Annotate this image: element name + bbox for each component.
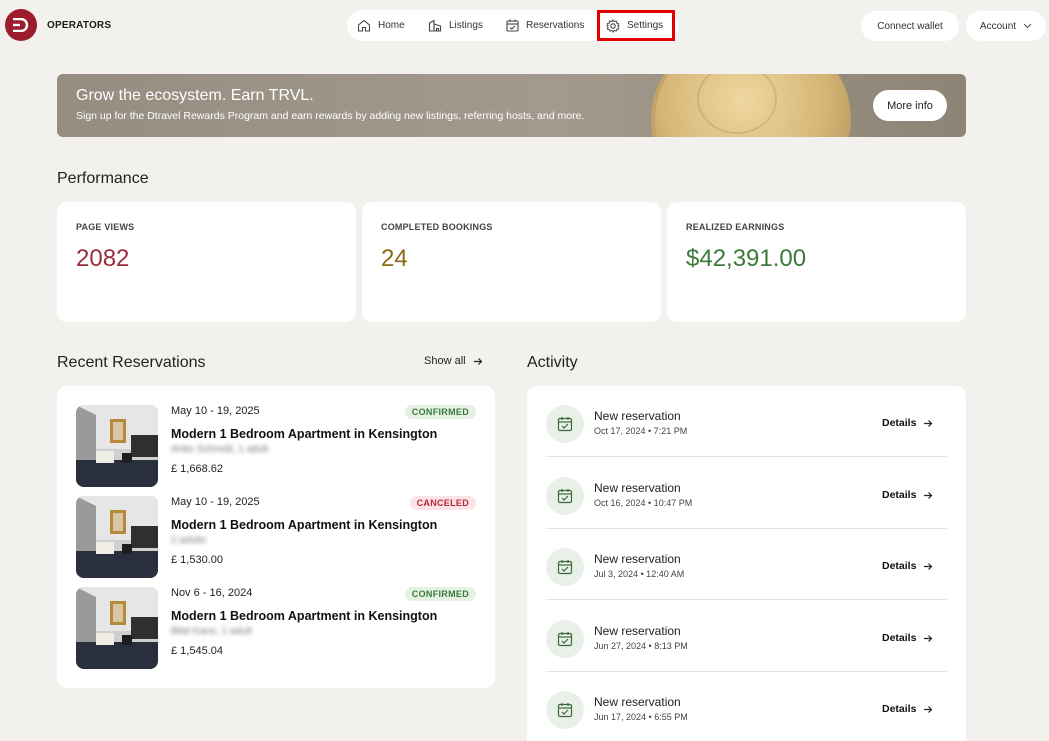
details-label: Details [882, 703, 917, 715]
reservation-dates: May 10 - 19, 2025 [171, 405, 260, 417]
activity-timestamp: Oct 16, 2024 • 10:47 PM [594, 498, 693, 508]
listing-name: Modern 1 Bedroom Apartment in Kensington [171, 609, 438, 623]
arrow-right-icon [924, 491, 933, 499]
stat-card-page-views: PAGE VIEWS 2082 [57, 202, 356, 322]
details-label: Details [882, 417, 917, 429]
recent-reservations-card: May 10 - 19, 2025 CONFIRMED Modern 1 Bed… [57, 386, 495, 688]
reservation-item[interactable]: May 10 - 19, 2025 CANCELED Modern 1 Bedr… [76, 496, 476, 578]
gear-icon [606, 18, 620, 33]
reservation-dates: Nov 6 - 16, 2024 [171, 587, 253, 599]
stat-value: 2082 [76, 245, 130, 272]
arrow-right-icon [924, 419, 933, 427]
main-nav: Home Listings Reservations Settings [347, 10, 678, 41]
activity-title: New reservation [594, 552, 681, 566]
activity-title: New reservation [594, 695, 681, 709]
calendar-check-icon [546, 620, 584, 658]
reservation-price: £ 1,668.62 [171, 463, 223, 475]
activity-timestamp: Jul 3, 2024 • 12:40 AM [594, 569, 685, 579]
status-badge: CONFIRMED [404, 405, 476, 419]
stat-label: REALIZED EARNINGS [686, 222, 785, 232]
guest-info: Bilal Kane, 1 adult [171, 626, 252, 637]
reservation-item[interactable]: Nov 6 - 16, 2024 CONFIRMED Modern 1 Bedr… [76, 587, 476, 669]
details-link[interactable]: Details [882, 703, 933, 715]
details-label: Details [882, 489, 917, 501]
more-info-button[interactable]: More info [873, 90, 947, 121]
reservation-dates: May 10 - 19, 2025 [171, 496, 260, 508]
details-link[interactable]: Details [882, 632, 933, 644]
nav-reservations-label: Reservations [526, 20, 585, 31]
nav-home-label: Home [378, 20, 405, 31]
activity-title: New reservation [594, 624, 681, 638]
listing-thumbnail [76, 405, 158, 487]
calendar-check-icon [546, 548, 584, 586]
listings-icon [428, 19, 442, 32]
details-link[interactable]: Details [882, 417, 933, 429]
show-all-link[interactable]: Show all [424, 355, 483, 367]
activity-title: Activity [527, 354, 578, 371]
details-label: Details [882, 632, 917, 644]
activity-item: New reservation Jun 27, 2024 • 8:13 PM D… [546, 601, 947, 672]
calendar-check-icon [546, 691, 584, 729]
activity-card: New reservation Oct 17, 2024 • 7:21 PM D… [527, 386, 966, 741]
details-link[interactable]: Details [882, 489, 933, 501]
stat-label: PAGE VIEWS [76, 222, 135, 232]
stat-value: $42,391.00 [686, 245, 807, 272]
status-badge: CONFIRMED [404, 587, 476, 601]
banner-title: Grow the ecosystem. Earn TRVL. [76, 87, 314, 104]
details-label: Details [882, 560, 917, 572]
arrow-right-icon [924, 634, 933, 642]
logo-icon [5, 9, 37, 41]
stat-value: 24 [381, 245, 408, 272]
calendar-check-icon [546, 477, 584, 515]
nav-listings[interactable]: Listings [428, 10, 483, 41]
connect-wallet-label: Connect wallet [877, 20, 943, 32]
activity-title: New reservation [594, 409, 681, 423]
activity-item: New reservation Oct 16, 2024 • 10:47 PM … [546, 458, 947, 529]
brand-name: OPERATORS [47, 19, 112, 31]
nav-settings-label: Settings [627, 20, 664, 31]
nav-listings-label: Listings [449, 20, 483, 31]
stat-label: COMPLETED BOOKINGS [381, 222, 493, 232]
recent-reservations-title: Recent Reservations [57, 354, 206, 371]
arrow-right-icon [924, 562, 933, 570]
nav-reservations[interactable]: Reservations [506, 10, 584, 41]
guest-info: 2 adults [171, 535, 207, 546]
home-icon [357, 19, 371, 32]
rewards-banner: Grow the ecosystem. Earn TRVL. Sign up f… [57, 74, 966, 137]
connect-wallet-button[interactable]: Connect wallet [861, 11, 959, 41]
listing-name: Modern 1 Bedroom Apartment in Kensington [171, 518, 438, 532]
brand-logo[interactable]: OPERATORS [5, 9, 111, 41]
stat-card-completed-bookings: COMPLETED BOOKINGS 24 [362, 202, 661, 322]
activity-timestamp: Jun 27, 2024 • 8:13 PM [594, 641, 688, 651]
calendar-check-icon [546, 405, 584, 443]
performance-title: Performance [57, 170, 149, 187]
nav-settings[interactable]: Settings [597, 10, 676, 41]
arrow-right-icon [924, 705, 933, 713]
show-all-label: Show all [424, 355, 466, 367]
guest-info: Anke Schmidt, 1 adult [171, 444, 269, 455]
activity-timestamp: Jun 17, 2024 • 6:55 PM [594, 712, 688, 722]
activity-timestamp: Oct 17, 2024 • 7:21 PM [594, 426, 688, 436]
listing-thumbnail [76, 587, 158, 669]
chevron-down-icon [1023, 23, 1032, 29]
calendar-icon [506, 19, 519, 32]
banner-subtitle: Sign up for the Dtravel Rewards Program … [76, 110, 585, 122]
stat-card-realized-earnings: REALIZED EARNINGS $42,391.00 [667, 202, 966, 322]
activity-item: New reservation Jun 17, 2024 • 6:55 PM D… [546, 672, 947, 741]
reservation-price: £ 1,530.00 [171, 554, 223, 566]
status-badge: CANCELED [409, 496, 476, 510]
activity-item: New reservation Oct 17, 2024 • 7:21 PM D… [546, 386, 947, 457]
reservation-price: £ 1,545.04 [171, 645, 223, 657]
details-link[interactable]: Details [882, 560, 933, 572]
listing-name: Modern 1 Bedroom Apartment in Kensington [171, 427, 438, 441]
reservation-item[interactable]: May 10 - 19, 2025 CONFIRMED Modern 1 Bed… [76, 405, 476, 487]
activity-title: New reservation [594, 481, 681, 495]
nav-home[interactable]: Home [357, 10, 405, 41]
activity-item: New reservation Jul 3, 2024 • 12:40 AM D… [546, 529, 947, 600]
listing-thumbnail [76, 496, 158, 578]
account-label: Account [979, 20, 1017, 32]
arrow-right-icon [473, 357, 482, 365]
account-menu-button[interactable]: Account [966, 11, 1046, 41]
